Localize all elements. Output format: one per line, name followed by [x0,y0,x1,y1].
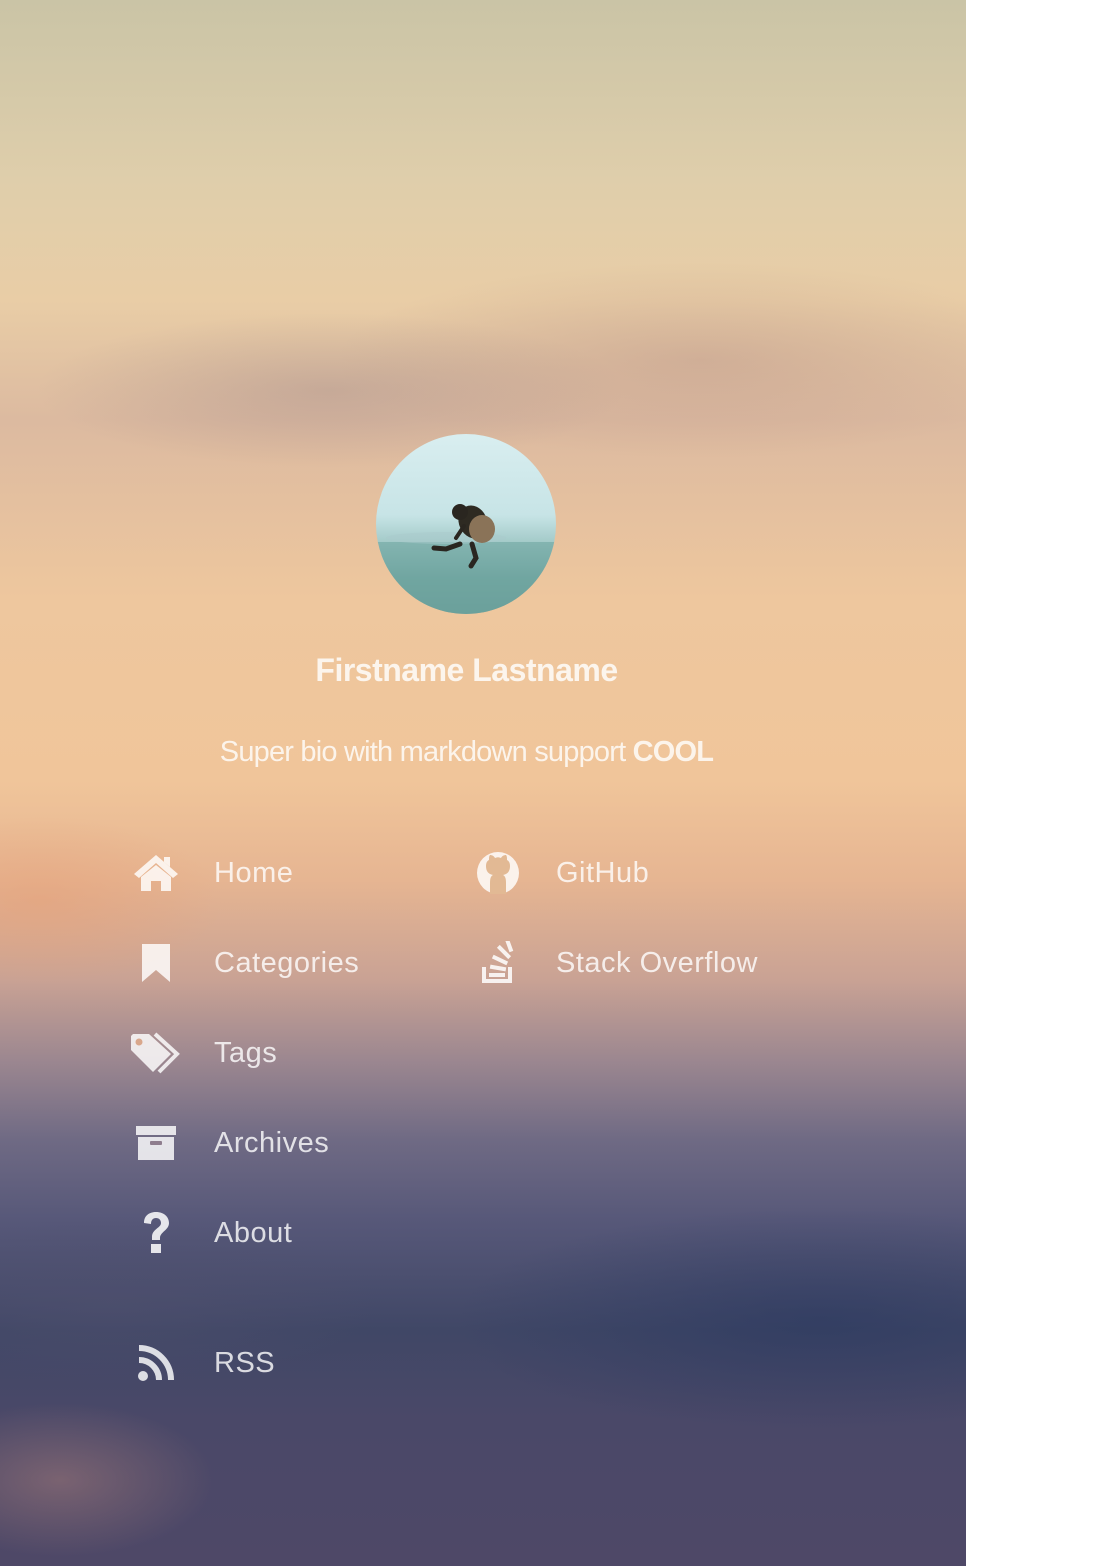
nav-label-home: Home [214,856,294,889]
nav-item-home[interactable]: Home [128,848,293,898]
nav-label-categories: Categories [214,946,360,979]
jumping-person-photo [376,504,556,614]
sidebar: Firstname Lastname Super bio with markdo… [0,0,966,1566]
content-area [966,0,1110,1566]
home-icon [128,848,184,898]
nav-item-categories[interactable]: Categories [128,938,359,988]
profile-name: Firstname Lastname [315,652,618,688]
nav-item-tags[interactable]: Tags [128,1028,277,1078]
bookmark-icon [128,938,184,988]
nav-label-archives: Archives [214,1126,330,1159]
bio-bold-text: COOL [632,736,714,768]
nav-item-stackoverflow[interactable]: Stack Overflow [470,938,758,988]
nav-label-about: About [214,1216,293,1249]
nav-item-github[interactable]: GitHub [470,848,649,898]
github-icon [470,848,526,898]
profile-bio: Super bio with markdown support COOL [0,736,933,769]
nav-item-archives[interactable]: Archives [128,1118,329,1168]
nav-item-about[interactable]: About [128,1208,292,1258]
rss-icon [128,1338,184,1388]
avatar [376,434,556,614]
nav-label-rss: RSS [214,1346,276,1379]
stackoverflow-icon [470,938,526,988]
nav-label-stackoverflow: Stack Overflow [556,946,758,979]
nav-label-github: GitHub [556,856,650,889]
tags-icon [128,1028,184,1078]
nav-label-tags: Tags [214,1036,278,1069]
bio-text: Super bio with markdown support [219,736,633,768]
nav-item-rss[interactable]: RSS [128,1338,275,1388]
archive-icon [128,1118,184,1168]
question-icon [128,1208,184,1258]
